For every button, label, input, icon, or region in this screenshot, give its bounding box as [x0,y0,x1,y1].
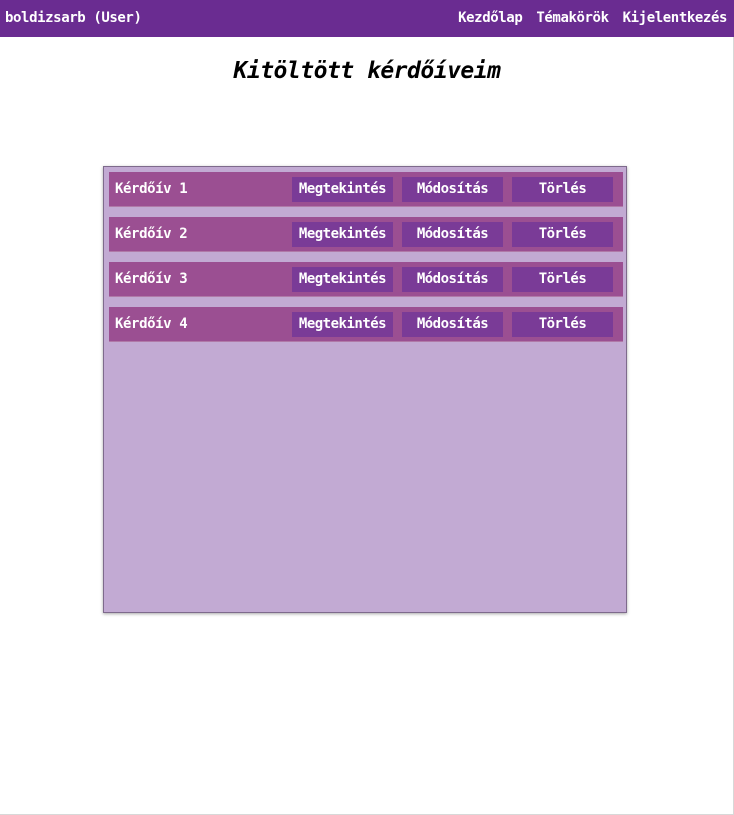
delete-button[interactable]: Törlés [512,312,613,337]
view-button[interactable]: Megtekintés [292,222,393,247]
nav-link-logout[interactable]: Kijelentkezés [623,10,728,26]
nav-links: Kezdőlap Témakörök Kijelentkezés [458,10,727,26]
questionnaire-name: Kérdőív 4 [115,316,188,332]
nav-link-topics[interactable]: Témakörök [536,10,609,26]
questionnaire-row: Kérdőív 1 Megtekintés Módosítás Törlés [109,172,623,207]
delete-button[interactable]: Törlés [512,267,613,292]
questionnaire-row: Kérdőív 4 Megtekintés Módosítás Törlés [109,307,623,342]
questionnaire-name: Kérdőív 1 [115,181,188,197]
questionnaire-row: Kérdőív 2 Megtekintés Módosítás Törlés [109,217,623,252]
questionnaire-row: Kérdőív 3 Megtekintés Módosítás Törlés [109,262,623,297]
view-button[interactable]: Megtekintés [292,267,393,292]
edit-button[interactable]: Módosítás [402,222,503,247]
user-name: boldizsarb (User) [5,10,142,26]
delete-button[interactable]: Törlés [512,222,613,247]
delete-button[interactable]: Törlés [512,177,613,202]
edit-button[interactable]: Módosítás [402,312,503,337]
nav-link-home[interactable]: Kezdőlap [458,10,523,26]
page-title: Kitöltött kérdőíveim [233,58,501,84]
edit-button[interactable]: Módosítás [402,177,503,202]
questionnaire-name: Kérdőív 3 [115,271,188,287]
questionnaire-list-panel: Kérdőív 1 Megtekintés Módosítás Törlés K… [103,166,627,613]
top-navbar: boldizsarb (User) Kezdőlap Témakörök Kij… [0,0,734,37]
view-button[interactable]: Megtekintés [292,177,393,202]
view-button[interactable]: Megtekintés [292,312,393,337]
questionnaire-name: Kérdőív 2 [115,226,188,242]
edit-button[interactable]: Módosítás [402,267,503,292]
